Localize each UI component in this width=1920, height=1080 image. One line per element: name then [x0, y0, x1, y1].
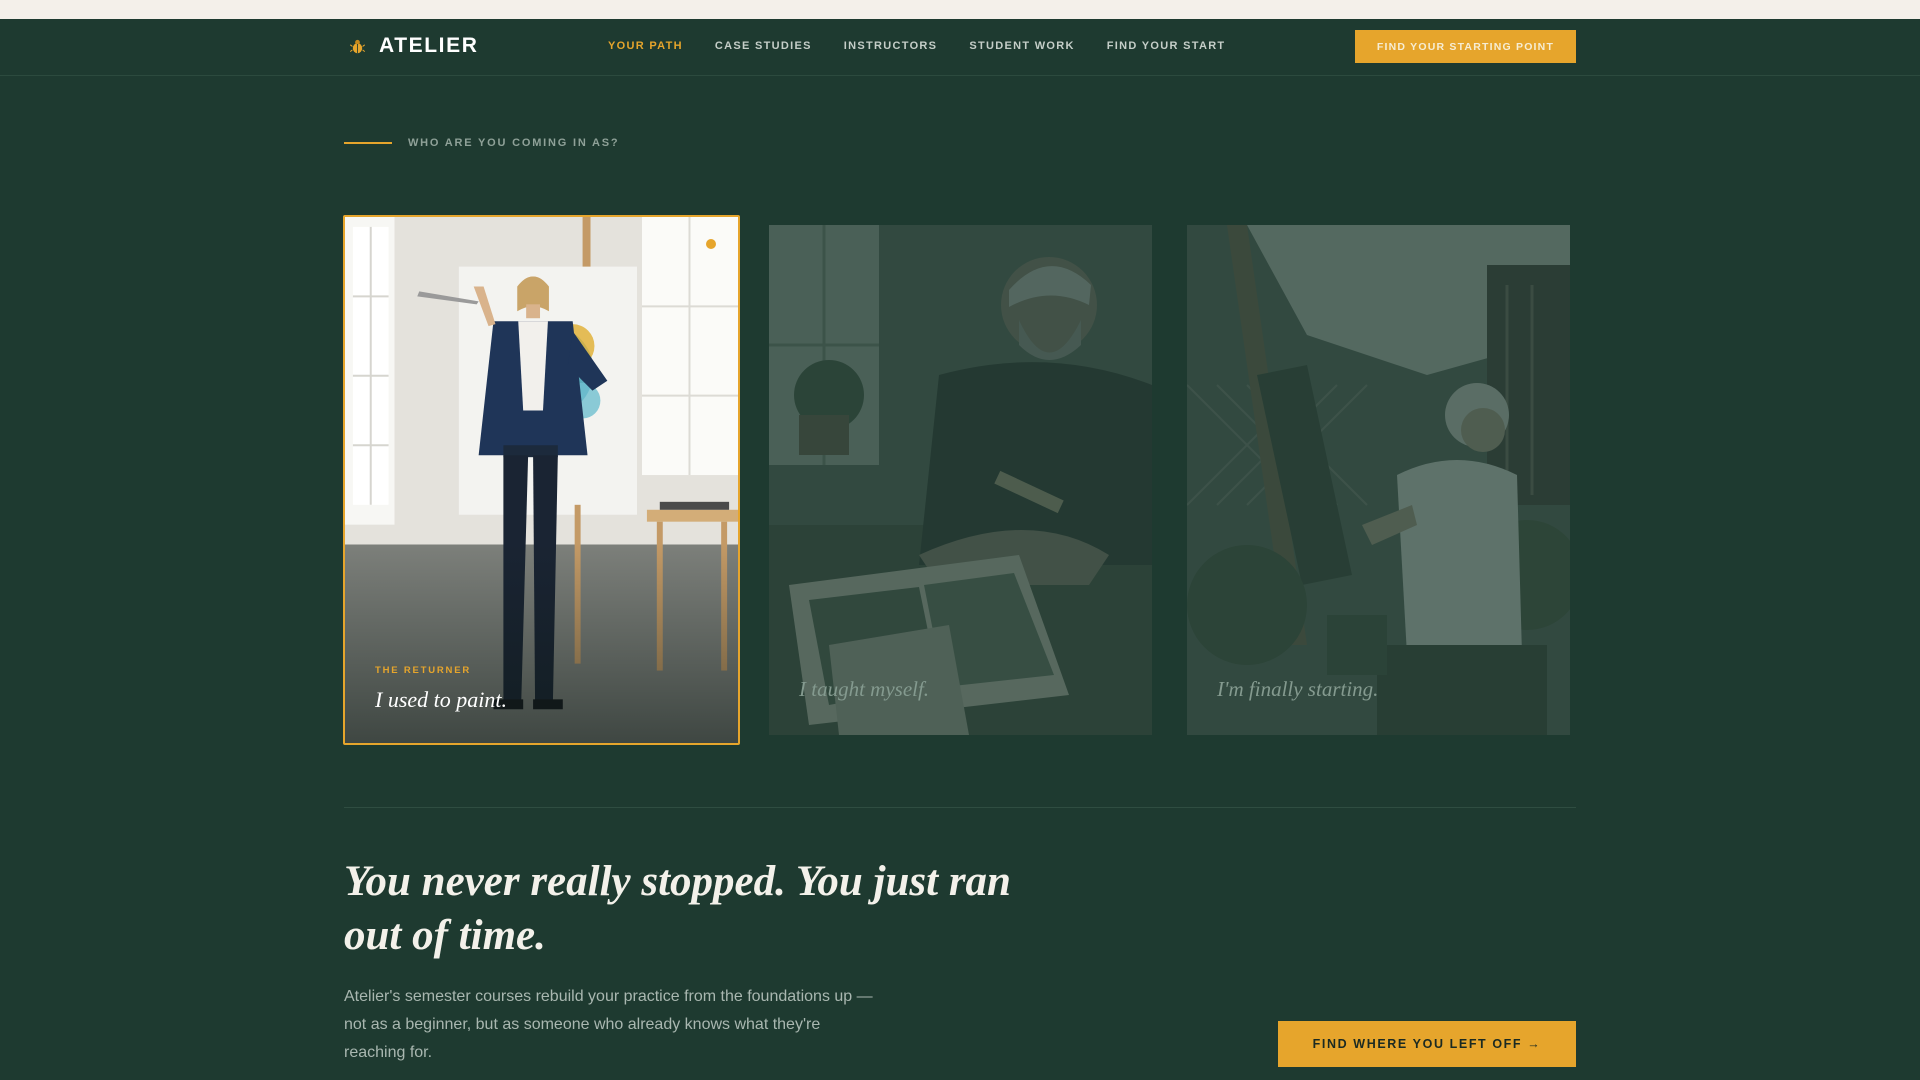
selected-indicator-dot — [706, 239, 716, 249]
card-quote: I'm finally starting. — [1217, 677, 1379, 701]
brand-name: ATELIER — [379, 34, 479, 57]
top-strip — [0, 0, 1920, 19]
persona-card-self-taught[interactable]: I taught myself. — [769, 225, 1152, 735]
persona-card-returner[interactable]: THE RETURNER I used to paint. — [343, 215, 740, 745]
nav-link-student-work[interactable]: STUDENT WORK — [969, 40, 1074, 52]
find-starting-point-button[interactable]: FIND YOUR STARTING POINT — [1355, 30, 1576, 63]
eyebrow-text: WHO ARE YOU COMING IN AS? — [408, 137, 620, 149]
nav-link-case-studies[interactable]: CASE STUDIES — [715, 40, 812, 52]
nav-link-your-path[interactable]: YOUR PATH — [608, 40, 683, 52]
eyebrow-line — [344, 142, 392, 144]
section-eyebrow: WHO ARE YOU COMING IN AS? — [344, 137, 619, 149]
nav-link-find-your-start[interactable]: FIND YOUR START — [1107, 40, 1226, 52]
persona-card-beginner[interactable]: I'm finally starting. — [1187, 225, 1570, 735]
card-quote: I used to paint. — [375, 687, 507, 712]
nav-links: YOUR PATH CASE STUDIES INSTRUCTORS STUDE… — [608, 40, 1225, 52]
find-where-you-left-off-button[interactable]: FIND WHERE YOU LEFT OFF → — [1278, 1021, 1576, 1067]
section-divider — [344, 807, 1576, 808]
beetle-icon — [349, 39, 366, 53]
nav-link-instructors[interactable]: INSTRUCTORS — [844, 40, 938, 52]
card-tag: THE RETURNER — [375, 665, 472, 676]
hero-headline: You never really stopped. You just ran o… — [344, 858, 1011, 959]
top-nav: ATELIER YOUR PATH CASE STUDIES INSTRUCTO… — [0, 19, 1920, 76]
brand-logo[interactable]: ATELIER — [349, 34, 478, 58]
card-dim-overlay — [1187, 225, 1570, 735]
card-quote: I taught myself. — [799, 677, 930, 701]
card-dim-overlay — [769, 225, 1152, 735]
hero-body: Atelier's semester courses rebuild your … — [344, 988, 873, 1061]
